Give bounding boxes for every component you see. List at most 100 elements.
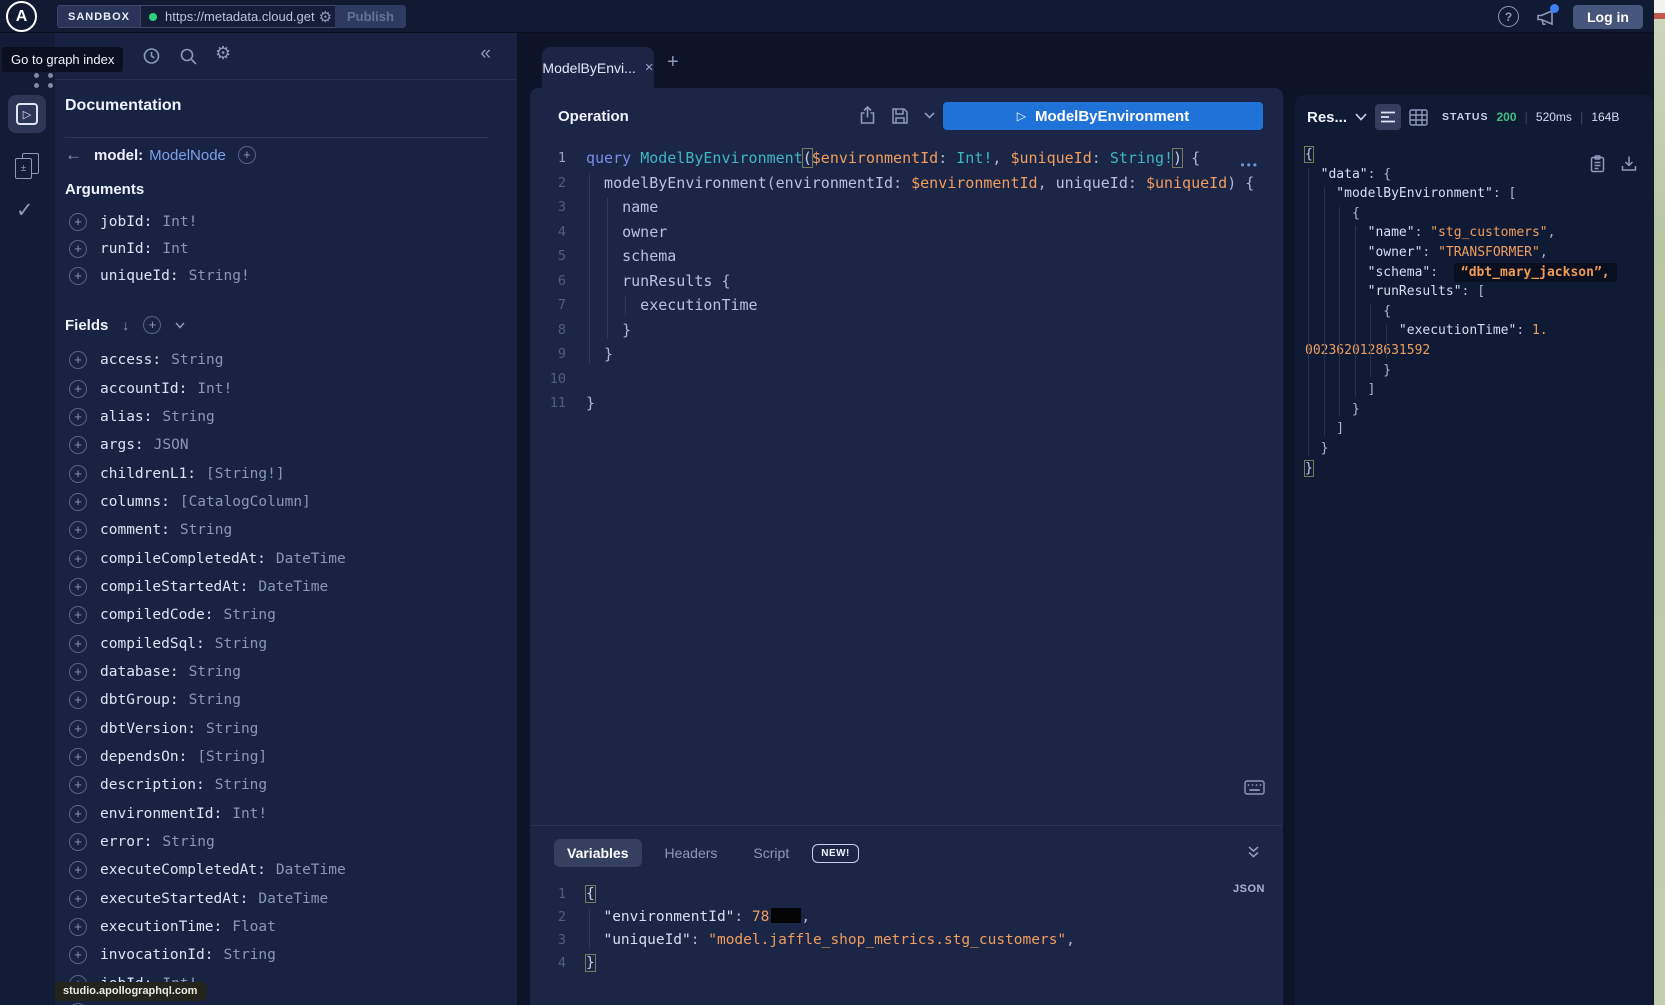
- share-operation-icon[interactable]: [859, 106, 876, 125]
- field-row[interactable]: + columns: [CatalogColumn]: [65, 488, 505, 516]
- login-button[interactable]: Log in: [1573, 5, 1643, 29]
- add-field-button[interactable]: +: [69, 691, 87, 709]
- field-row[interactable]: + compiledSql: String: [65, 629, 505, 657]
- settings-gear-icon[interactable]: ⚙: [215, 43, 231, 64]
- field-row[interactable]: + access: String: [65, 346, 505, 374]
- add-all-fields-button[interactable]: +: [238, 146, 256, 164]
- new-tab-button[interactable]: +: [667, 51, 679, 74]
- publish-button[interactable]: Publish: [335, 5, 406, 28]
- help-icon[interactable]: ?: [1498, 6, 1519, 27]
- add-field-button[interactable]: +: [69, 606, 87, 624]
- close-tab-icon[interactable]: ×: [645, 59, 654, 76]
- add-field-button[interactable]: +: [69, 776, 87, 794]
- field-row[interactable]: + invocationId: String: [65, 941, 505, 969]
- field-row[interactable]: + compileCompletedAt: DateTime: [65, 544, 505, 572]
- response-chevron-icon[interactable]: [1355, 113, 1367, 121]
- fields-list: + access: String + accountId: Int! + ali…: [65, 346, 505, 1005]
- add-field-button[interactable]: +: [69, 493, 87, 511]
- field-row[interactable]: + compileStartedAt: DateTime: [65, 573, 505, 601]
- add-field-button[interactable]: +: [69, 663, 87, 681]
- field-row[interactable]: + args: JSON: [65, 431, 505, 459]
- field-row[interactable]: + dbtGroup: String: [65, 686, 505, 714]
- endpoint-url-box[interactable]: https://metadata.cloud.get ⚙: [141, 6, 345, 27]
- tab-headers[interactable]: Headers: [652, 839, 731, 867]
- code-line: 8 }: [530, 318, 1283, 343]
- add-fields-chevron-icon[interactable]: [175, 322, 185, 329]
- sidebar-item-checks[interactable]: ✓: [16, 198, 34, 223]
- add-field-button[interactable]: +: [69, 890, 87, 908]
- response-json[interactable]: { "data": { "modelByEnvironment": [ { "n…: [1305, 145, 1649, 478]
- field-row[interactable]: + description: String: [65, 771, 505, 799]
- variables-editor[interactable]: 1{2 "environmentId": 78,3 "uniqueId": "m…: [530, 883, 1283, 975]
- announcements-icon[interactable]: [1535, 6, 1557, 28]
- add-field-button[interactable]: +: [69, 550, 87, 568]
- add-field-button[interactable]: +: [69, 805, 87, 823]
- operation-tab[interactable]: ModelByEnvi... ×: [542, 47, 654, 88]
- field-row[interactable]: + executeStartedAt: DateTime: [65, 885, 505, 913]
- run-operation-button[interactable]: ▷ ModelByEnvironment: [943, 102, 1263, 130]
- field-row[interactable]: + error: String: [65, 828, 505, 856]
- add-field-button[interactable]: +: [69, 408, 87, 426]
- table-view-icon[interactable]: [1409, 109, 1428, 126]
- collapse-panel-icon[interactable]: «: [480, 43, 491, 65]
- top-bar: A SANDBOX https://metadata.cloud.get ⚙ P…: [0, 0, 1665, 33]
- back-icon[interactable]: ←: [65, 145, 82, 165]
- line-number: 1: [530, 883, 566, 906]
- response-title[interactable]: Res...: [1307, 109, 1347, 126]
- breadcrumb-type-link[interactable]: ModelNode: [149, 147, 226, 164]
- add-field-button[interactable]: +: [69, 833, 87, 851]
- argument-row[interactable]: + runId: Int: [65, 235, 505, 262]
- graph-index-icon[interactable]: [34, 73, 56, 85]
- apollo-logo[interactable]: A: [6, 1, 37, 32]
- field-row[interactable]: + executeCompletedAt: DateTime: [65, 856, 505, 884]
- field-row[interactable]: + childrenL1: [String!]: [65, 459, 505, 487]
- collapse-variables-icon[interactable]: [1246, 845, 1261, 859]
- sidebar-item-schema[interactable]: ±: [15, 153, 39, 179]
- sort-fields-icon[interactable]: ↓: [122, 317, 129, 333]
- field-row[interactable]: + alias: String: [65, 403, 505, 431]
- argument-row[interactable]: + jobId: Int!: [65, 208, 505, 235]
- code-line: 3 "uniqueId": "model.jaffle_shop_metrics…: [530, 929, 1283, 952]
- sidebar-item-explorer[interactable]: ▷: [8, 95, 46, 133]
- history-icon[interactable]: [141, 46, 161, 66]
- add-field-button[interactable]: +: [69, 436, 87, 454]
- add-fields-button[interactable]: +: [143, 316, 161, 334]
- add-field-button[interactable]: +: [69, 635, 87, 653]
- add-field-button[interactable]: +: [69, 465, 87, 483]
- save-operation-icon[interactable]: [891, 107, 909, 125]
- field-row[interactable]: + comment: String: [65, 516, 505, 544]
- search-icon[interactable]: [178, 46, 198, 66]
- add-field-button[interactable]: +: [69, 521, 87, 539]
- add-field-button[interactable]: +: [69, 946, 87, 964]
- add-field-button[interactable]: +: [69, 380, 87, 398]
- add-field-button[interactable]: +: [69, 918, 87, 936]
- sandbox-badge[interactable]: SANDBOX: [58, 6, 141, 27]
- tab-variables[interactable]: Variables: [554, 839, 642, 867]
- add-field-button[interactable]: +: [69, 748, 87, 766]
- add-argument-button[interactable]: +: [69, 267, 87, 285]
- field-row[interactable]: + executionTime: Float: [65, 913, 505, 941]
- query-editor[interactable]: 1query ModelByEnvironment($environmentId…: [530, 146, 1283, 416]
- add-argument-button[interactable]: +: [69, 240, 87, 258]
- add-field-button[interactable]: +: [69, 720, 87, 738]
- code-line: {: [1305, 145, 1649, 165]
- line-number: 3: [530, 195, 566, 220]
- tab-script[interactable]: Script: [740, 839, 802, 867]
- add-field-button[interactable]: +: [69, 861, 87, 879]
- endpoint-settings-icon[interactable]: ⚙: [319, 8, 332, 26]
- add-field-button[interactable]: +: [69, 578, 87, 596]
- add-argument-button[interactable]: +: [69, 213, 87, 231]
- field-row[interactable]: + compiledCode: String: [65, 601, 505, 629]
- field-row[interactable]: + accountId: Int!: [65, 374, 505, 402]
- argument-row[interactable]: + uniqueId: String!: [65, 262, 505, 289]
- field-row[interactable]: + database: String: [65, 658, 505, 686]
- code-line: 1{: [530, 883, 1283, 906]
- field-row[interactable]: + environmentId: Int!: [65, 800, 505, 828]
- endpoint-url[interactable]: https://metadata.cloud.get: [165, 9, 315, 24]
- add-field-button[interactable]: +: [69, 351, 87, 369]
- field-row[interactable]: + dependsOn: [String]: [65, 743, 505, 771]
- field-row[interactable]: + dbtVersion: String: [65, 714, 505, 742]
- wrap-lines-button[interactable]: [1375, 104, 1401, 130]
- save-chevron-icon[interactable]: [924, 112, 935, 119]
- keyboard-shortcuts-icon[interactable]: [1244, 780, 1265, 795]
